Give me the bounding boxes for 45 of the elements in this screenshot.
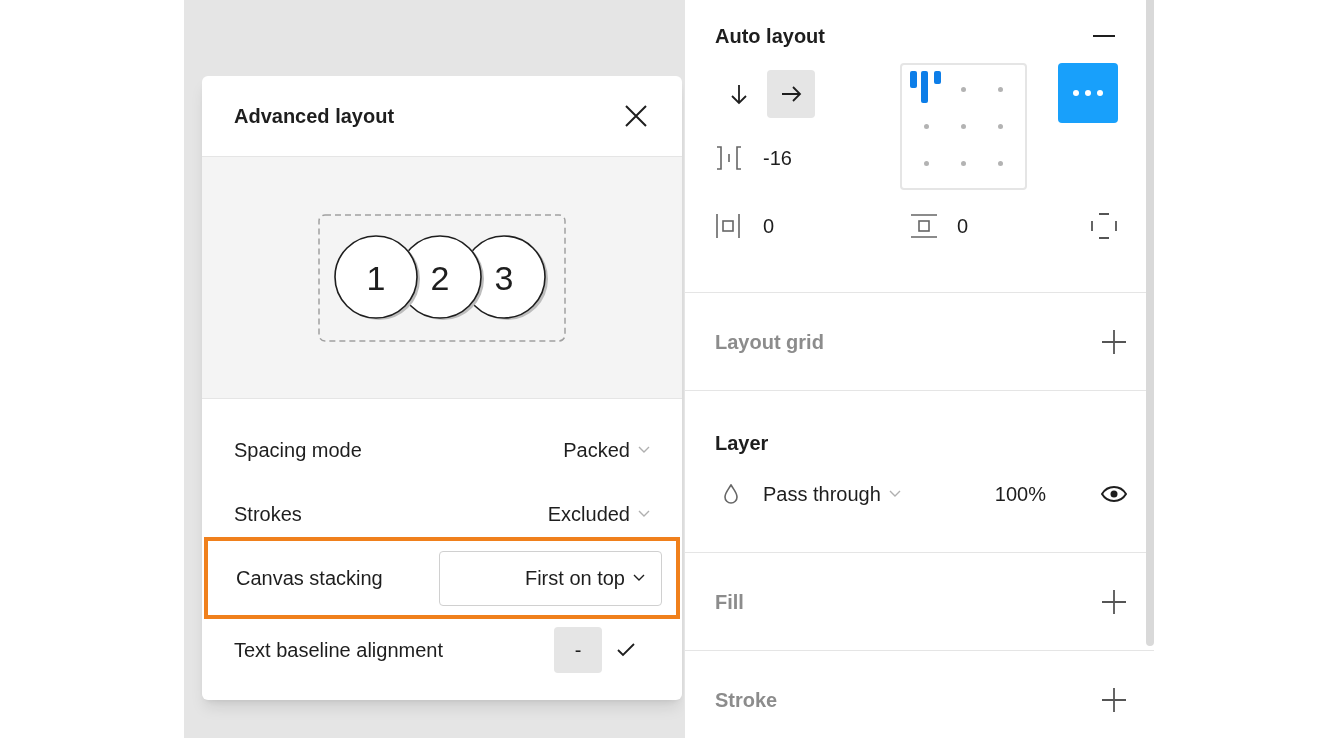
add-button[interactable]: [1100, 587, 1128, 616]
chevron-down-icon: [633, 574, 645, 582]
numbered-circle: 1: [334, 234, 420, 320]
select-dropdown[interactable]: First on top: [439, 550, 662, 606]
plus-icon: [1102, 589, 1126, 614]
checkmark-icon: [617, 643, 635, 657]
more-options-button[interactable]: [1058, 63, 1118, 123]
droplet-icon: [723, 484, 739, 504]
individual-padding-button[interactable]: [1090, 212, 1118, 240]
close-icon: [624, 104, 648, 128]
direction-button[interactable]: [767, 70, 815, 118]
chevron-down-icon: [638, 510, 650, 518]
section-title: Layer: [715, 431, 770, 454]
eye-icon: [1101, 486, 1127, 502]
section-title: Fill: [715, 589, 744, 615]
add-button[interactable]: [1100, 685, 1128, 714]
section-title: Layout grid: [715, 329, 824, 355]
select-dropdown[interactable]: Excluded: [547, 499, 650, 529]
select-dropdown[interactable]: Packed: [563, 435, 650, 465]
plus-icon: [1102, 687, 1126, 712]
setting-label: Canvas stacking: [236, 566, 383, 591]
option-button[interactable]: -: [554, 627, 602, 673]
more-icon: [1073, 90, 1103, 96]
blend-mode-dropdown[interactable]: Pass through: [763, 479, 901, 509]
arrow-down-icon: [728, 83, 750, 105]
setting-label: Strokes: [234, 502, 302, 527]
padding-value[interactable]: 0: [957, 211, 969, 241]
horizontal-padding-icon: [715, 214, 741, 238]
scrollbar[interactable]: [1146, 0, 1154, 646]
padding-value[interactable]: 0: [763, 211, 775, 241]
plus-icon: [1102, 329, 1126, 354]
section-title: Auto layout: [715, 24, 825, 49]
minus-icon: [1093, 35, 1115, 37]
dialog-title: Advanced layout: [234, 104, 395, 129]
gap-spacing-icon: [715, 146, 743, 170]
chevron-down-icon: [888, 490, 901, 498]
setting-label: Spacing mode: [234, 438, 362, 463]
add-button[interactable]: [1100, 327, 1128, 356]
vertical-padding-icon: [911, 213, 937, 239]
opacity-value[interactable]: 100%: [994, 479, 1046, 509]
setting-label: Text baseline alignment: [234, 638, 443, 663]
spacing-value[interactable]: -16: [763, 143, 792, 173]
section-title: Stroke: [715, 687, 778, 713]
chevron-down-icon: [638, 446, 650, 454]
alignment-grid[interactable]: [900, 63, 1027, 190]
